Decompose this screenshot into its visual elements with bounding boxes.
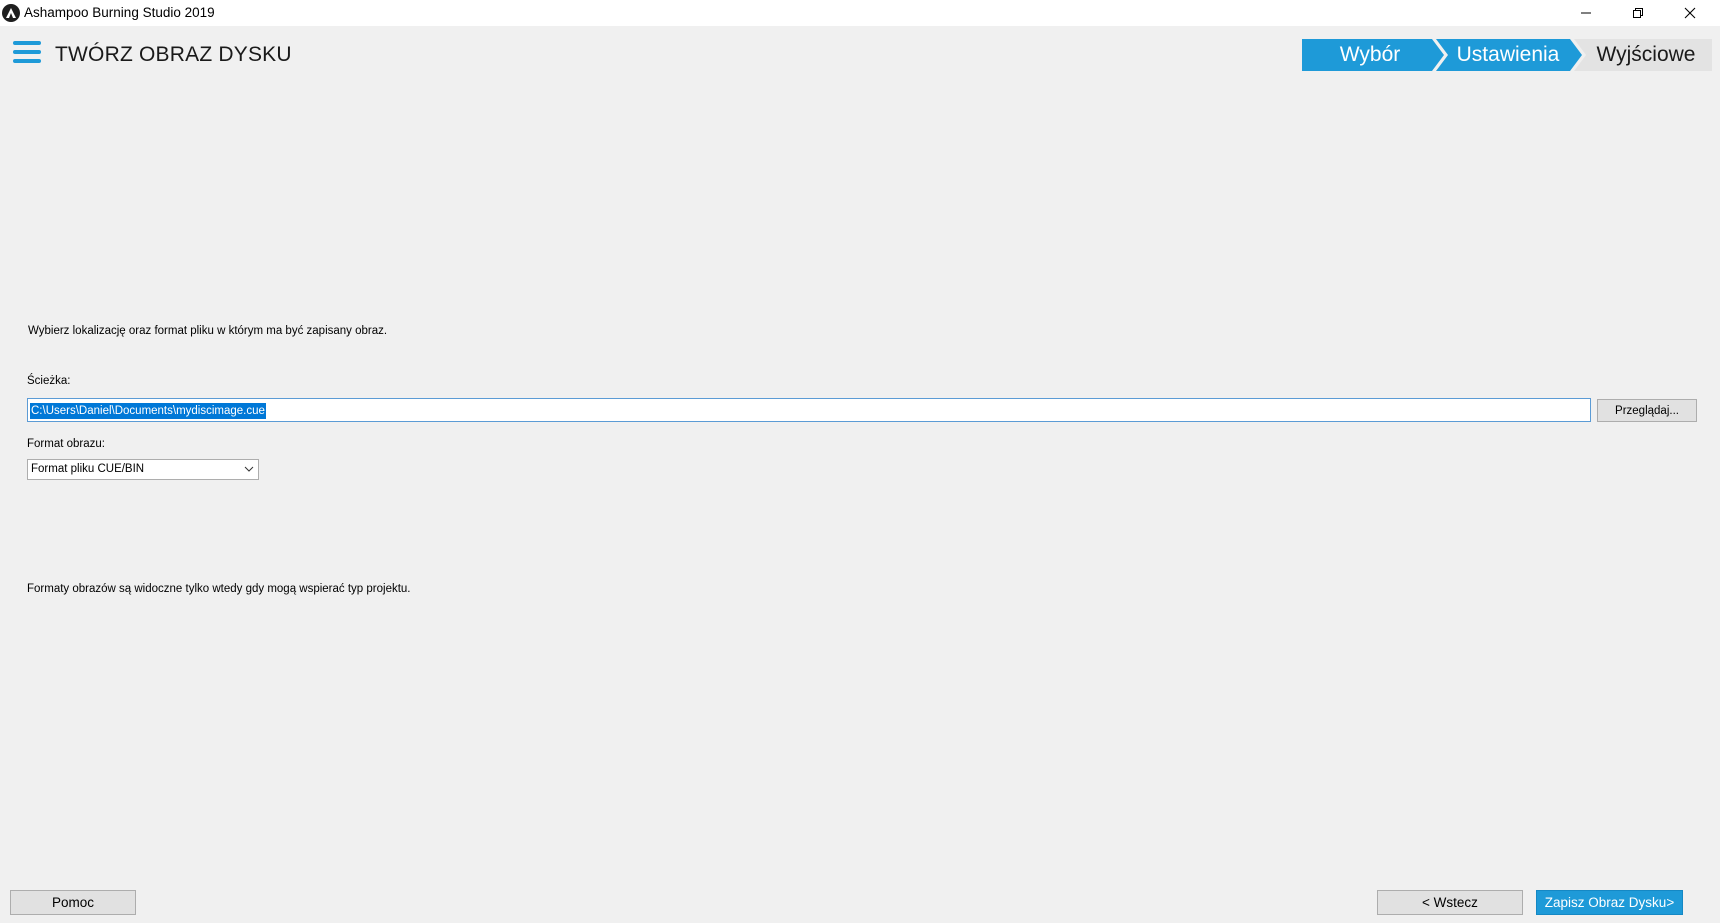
minimize-icon[interactable]: [1560, 0, 1612, 26]
format-label: Format obrazu:: [27, 438, 105, 450]
path-label: Ścieżka:: [27, 375, 71, 387]
instruction-text: Wybierz lokalizację oraz format pliku w …: [28, 325, 388, 337]
title-bar: Ashampoo Burning Studio 2019: [0, 0, 1720, 26]
format-select[interactable]: Format pliku CUE/BIN: [27, 459, 259, 480]
path-input[interactable]: C:\Users\Daniel\Documents\mydiscimage.cu…: [27, 398, 1591, 422]
restore-icon[interactable]: [1612, 0, 1664, 26]
page-title: TWÓRZ OBRAZ DYSKU: [55, 43, 292, 66]
close-icon[interactable]: [1664, 0, 1716, 26]
back-button[interactable]: < Wstecz: [1377, 890, 1523, 915]
window-title: Ashampoo Burning Studio 2019: [24, 5, 215, 20]
save-disc-image-button[interactable]: Zapisz Obraz Dysku>: [1536, 890, 1683, 915]
step-wyjsciowe[interactable]: Wyjściowe: [1580, 43, 1712, 67]
app-logo-icon: [2, 4, 20, 22]
step-ustawienia[interactable]: Ustawienia: [1438, 43, 1578, 67]
browse-button[interactable]: Przeglądaj...: [1597, 399, 1697, 422]
menu-icon[interactable]: [13, 41, 41, 65]
path-value: C:\Users\Daniel\Documents\mydiscimage.cu…: [30, 403, 266, 419]
help-button[interactable]: Pomoc: [10, 890, 136, 915]
chevron-down-icon: [244, 466, 254, 472]
wizard-steps: Wybór Ustawienia Wyjściowe: [1302, 39, 1712, 71]
format-note: Formaty obrazów są widoczne tylko wtedy …: [27, 583, 411, 595]
step-wybor[interactable]: Wybór: [1302, 43, 1438, 67]
format-value: Format pliku CUE/BIN: [31, 463, 145, 475]
